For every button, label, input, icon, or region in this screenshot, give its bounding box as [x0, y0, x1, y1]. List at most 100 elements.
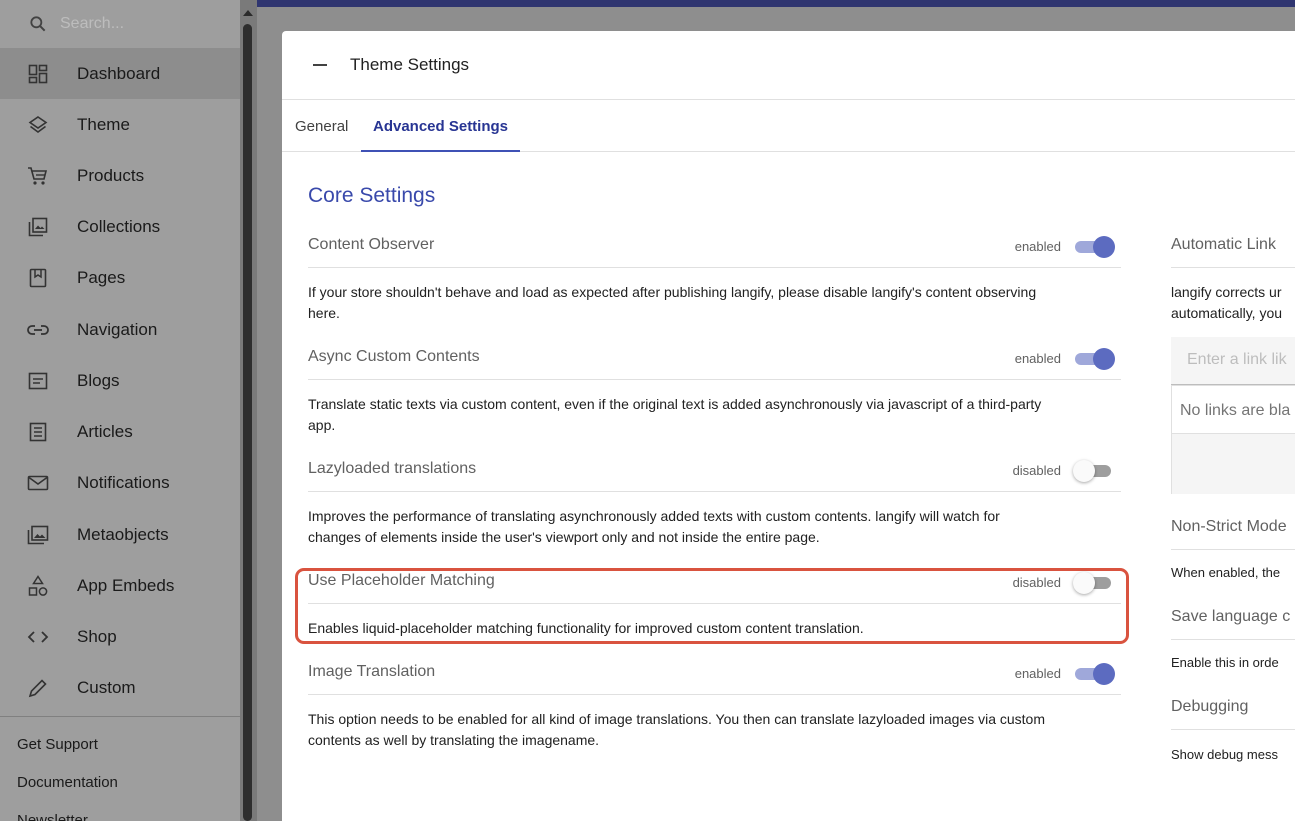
sidebar-item-label: Collections	[77, 216, 161, 236]
sidebar-item-pages[interactable]: Pages	[0, 252, 240, 303]
tab-bar: General Advanced Settings	[282, 101, 1295, 152]
sidebar-item-label: Pages	[77, 267, 126, 287]
sidebar-item-label: Products	[77, 165, 145, 185]
sidebar-item-notifications[interactable]: Notifications	[0, 457, 240, 508]
automatic-link-label: Automatic Link	[1171, 236, 1276, 253]
get-support-link[interactable]: Get Support	[17, 736, 98, 753]
async-custom-contents-state: enabled	[1014, 351, 1061, 366]
async-custom-contents-toggle[interactable]	[1075, 347, 1115, 370]
use-placeholder-matching-description: Enables liquid-placeholder matching func…	[308, 618, 1128, 639]
sidebar-item-label: Metaobjects	[77, 524, 169, 544]
content-observer-label: Content Observer	[308, 236, 435, 253]
content-observer-description: If your store shouldn't behave and load …	[308, 282, 1128, 324]
newsletter-link[interactable]: Newsletter	[17, 812, 88, 821]
sidebar-item-label: Custom	[77, 677, 136, 697]
sidebar: Search... Dashboard Theme Products Colle…	[0, 0, 240, 821]
async-custom-contents-description: Translate static texts via custom conten…	[308, 394, 1128, 436]
description-line: Improves the performance of translating …	[308, 508, 1000, 524]
sidebar-item-app-embeds[interactable]: App Embeds	[0, 560, 240, 611]
sidebar-item-label: Articles	[77, 421, 133, 441]
description-line: changes of elements inside the user's vi…	[308, 529, 820, 545]
tab-advanced-settings[interactable]: Advanced Settings	[361, 101, 520, 152]
setting-divider	[308, 603, 1121, 604]
non-strict-mode-description: When enabled, the	[1171, 565, 1281, 580]
use-placeholder-matching-toggle[interactable]	[1073, 571, 1115, 594]
sidebar-item-label: Navigation	[77, 319, 158, 339]
image-translation-state: enabled	[1014, 666, 1061, 681]
lazyloaded-translations-label: Lazyloaded translations	[308, 460, 477, 477]
setting-divider	[1171, 639, 1295, 640]
debugging-description: Show debug mess	[1171, 747, 1278, 762]
metaobjects-icon	[26, 523, 50, 547]
image-translation-toggle[interactable]	[1075, 662, 1115, 685]
setting-divider	[1171, 549, 1295, 550]
sidebar-item-label: Notifications	[77, 472, 170, 492]
link-icon	[26, 318, 50, 342]
lazyloaded-translations-toggle[interactable]	[1073, 459, 1115, 482]
sidebar-item-blogs[interactable]: Blogs	[0, 355, 240, 406]
article-icon	[26, 420, 50, 444]
description-line: This option needs to be enabled for all …	[308, 711, 1046, 727]
panel-title: Theme Settings	[350, 55, 470, 74]
tab-general[interactable]: General	[295, 101, 348, 152]
setting-divider	[1171, 729, 1295, 730]
theme-settings-panel: Theme Settings General Advanced Settings…	[282, 31, 1295, 821]
sidebar-item-label: Theme	[77, 114, 130, 134]
description-line: here.	[308, 305, 340, 321]
shapes-icon	[26, 574, 50, 598]
search-input[interactable]: Search...	[60, 15, 124, 33]
dashboard-icon	[26, 62, 50, 86]
sidebar-search[interactable]: Search...	[0, 0, 240, 48]
scrollbar-thumb[interactable]	[243, 24, 252, 821]
sidebar-item-articles[interactable]: Articles	[0, 406, 240, 457]
link-input[interactable]: Enter a link lik	[1171, 337, 1295, 385]
image-translation-label: Image Translation	[308, 663, 436, 680]
layers-icon	[26, 113, 50, 137]
description-line: contents as well by translating the imag…	[308, 732, 600, 748]
sidebar-item-custom[interactable]: Custom	[0, 662, 240, 713]
non-strict-mode-label: Non-Strict Mode	[1171, 518, 1287, 535]
scroll-up-arrow-icon[interactable]	[243, 10, 253, 16]
setting-divider	[308, 694, 1121, 695]
save-language-label: Save language c	[1171, 608, 1291, 625]
description-line: If your store shouldn't behave and load …	[308, 284, 1037, 300]
sidebar-item-navigation[interactable]: Navigation	[0, 304, 240, 355]
automatic-link-description-line-1: langify corrects ur	[1171, 284, 1282, 300]
content-observer-state: enabled	[1014, 239, 1061, 254]
sidebar-item-metaobjects[interactable]: Metaobjects	[0, 509, 240, 560]
use-placeholder-matching-label: Use Placeholder Matching	[308, 572, 495, 589]
collapse-icon[interactable]	[313, 64, 327, 66]
search-icon	[30, 16, 46, 32]
top-app-bar	[257, 0, 1295, 7]
async-custom-contents-label: Async Custom Contents	[308, 348, 480, 365]
sidebar-item-label: Blogs	[77, 370, 120, 390]
description-line: Enables liquid-placeholder matching func…	[308, 620, 864, 636]
documentation-link[interactable]: Documentation	[17, 774, 118, 791]
sidebar-item-theme[interactable]: Theme	[0, 99, 240, 150]
panel-header: Theme Settings	[282, 31, 1295, 100]
section-title: Core Settings	[308, 184, 436, 207]
sidebar-item-collections[interactable]: Collections	[0, 201, 240, 252]
sidebar-item-label: App Embeds	[77, 575, 175, 595]
setting-divider	[1171, 267, 1295, 268]
lazyloaded-translations-state: disabled	[1012, 463, 1061, 478]
pencil-icon	[26, 676, 50, 700]
save-language-description: Enable this in orde	[1171, 655, 1279, 670]
list-footer	[1172, 434, 1295, 494]
use-placeholder-matching-state: disabled	[1012, 575, 1061, 590]
setting-divider	[308, 491, 1121, 492]
collections-icon	[26, 215, 50, 239]
sidebar-item-label: Dashboard	[77, 63, 161, 83]
sidebar-item-products[interactable]: Products	[0, 150, 240, 201]
description-line: Translate static texts via custom conten…	[308, 396, 1042, 412]
description-line: app.	[308, 417, 336, 433]
sidebar-item-shop[interactable]: Shop	[0, 611, 240, 662]
links-list: No links are bla	[1171, 385, 1295, 494]
blog-icon	[26, 369, 50, 393]
sidebar-item-dashboard[interactable]: Dashboard	[0, 48, 240, 99]
no-links-text: No links are bla	[1180, 402, 1291, 419]
image-translation-description: This option needs to be enabled for all …	[308, 709, 1128, 751]
page-icon	[26, 266, 50, 290]
content-observer-toggle[interactable]	[1075, 235, 1115, 258]
sidebar-divider	[0, 716, 240, 717]
